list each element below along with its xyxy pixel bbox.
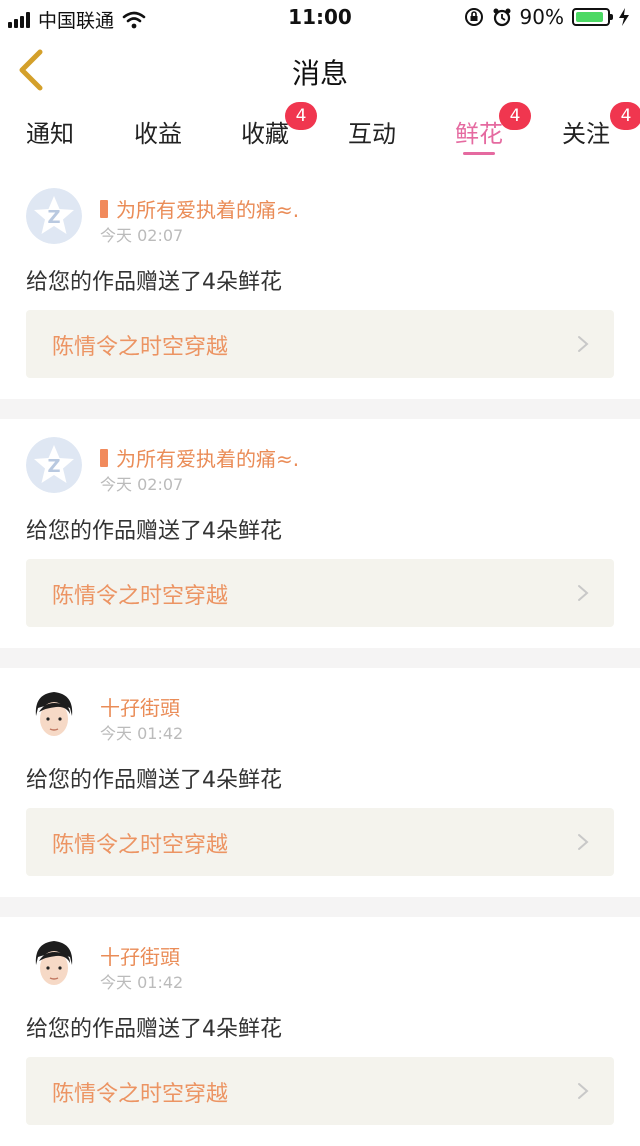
message-card: 十孖街頭 今天 01:42 给您的作品赠送了4朵鲜花 陈情令之时空穿越 [0, 917, 640, 1146]
tab-earnings[interactable]: 收益 [134, 114, 182, 149]
orientation-lock-icon [464, 8, 483, 26]
tab-notifications[interactable]: 通知 [26, 114, 74, 149]
message-time: 今天 02:07 [100, 475, 184, 494]
work-link[interactable]: 陈情令之时空穿越 [26, 310, 614, 378]
work-title: 陈情令之时空穿越 [52, 833, 229, 858]
work-link[interactable]: 陈情令之时空穿越 [26, 1057, 614, 1125]
tab-label: 收藏 [241, 120, 289, 148]
tab-label: 互动 [348, 120, 396, 148]
chevron-right-icon [578, 1083, 589, 1099]
sender-name-text: 十孖街頭 [100, 945, 180, 969]
tab-label: 收益 [134, 120, 182, 148]
battery-icon [572, 8, 613, 26]
navigation-bar: 消息 [0, 34, 640, 109]
message-text: 给您的作品赠送了4朵鲜花 [26, 519, 282, 544]
status-right: 90% [464, 5, 630, 29]
count-badge: 4 [610, 102, 640, 130]
svg-text:Z: Z [47, 207, 60, 228]
vip-bar-icon [100, 199, 108, 218]
message-text: 给您的作品赠送了4朵鲜花 [26, 768, 282, 793]
charging-icon [619, 8, 629, 26]
sender-name[interactable]: 十孖街頭 [100, 692, 180, 721]
tab-favorites[interactable]: 收藏 4 [241, 102, 317, 149]
message-card: Z 为所有爱执着的痛≈. 今天 02:07 给您的作品赠送了4朵鲜花 陈情令之时… [0, 419, 640, 648]
chevron-right-icon [578, 834, 589, 850]
battery-percent: 90% [519, 5, 564, 29]
sender-name[interactable]: 为所有爱执着的痛≈. [100, 443, 299, 472]
qq-star-avatar[interactable]: Z [26, 437, 82, 493]
count-badge: 4 [499, 102, 531, 130]
tab-label: 通知 [26, 120, 74, 148]
qq-star-avatar[interactable]: Z [26, 188, 82, 244]
vip-bar-icon [100, 448, 108, 467]
sender-name[interactable]: 十孖街頭 [100, 941, 180, 970]
message-time: 今天 02:07 [100, 226, 184, 245]
alarm-icon [493, 8, 511, 27]
boy-avatar[interactable] [26, 935, 82, 991]
message-time: 今天 01:42 [100, 724, 184, 743]
count-badge: 4 [285, 102, 317, 130]
page-title: 消息 [291, 57, 348, 90]
boy-avatar[interactable] [26, 686, 82, 742]
sender-name-text: 十孖街頭 [100, 696, 180, 720]
work-title: 陈情令之时空穿越 [52, 1082, 229, 1107]
work-title: 陈情令之时空穿越 [52, 335, 229, 360]
tab-flowers[interactable]: 鲜花 4 [455, 102, 531, 155]
status-bar: 中国联通 11:00 90% [0, 0, 640, 34]
message-text: 给您的作品赠送了4朵鲜花 [26, 1017, 282, 1042]
svg-text:Z: Z [47, 456, 60, 477]
work-link[interactable]: 陈情令之时空穿越 [26, 559, 614, 627]
work-link[interactable]: 陈情令之时空穿越 [26, 808, 614, 876]
active-tab-indicator [463, 152, 495, 155]
message-card: 十孖街頭 今天 01:42 给您的作品赠送了4朵鲜花 陈情令之时空穿越 [0, 668, 640, 897]
message-text: 给您的作品赠送了4朵鲜花 [26, 270, 282, 295]
work-title: 陈情令之时空穿越 [52, 584, 229, 609]
sender-name-text: 为所有爱执着的痛≈. [116, 447, 300, 471]
message-card: Z 为所有爱执着的痛≈. 今天 02:07 给您的作品赠送了4朵鲜花 陈情令之时… [0, 170, 640, 399]
tab-follows[interactable]: 关注 4 [562, 102, 640, 149]
message-time: 今天 01:42 [100, 973, 184, 992]
tab-interactions[interactable]: 互动 [348, 114, 396, 149]
sender-name[interactable]: 为所有爱执着的痛≈. [100, 194, 299, 223]
chevron-right-icon [578, 585, 589, 601]
sender-name-text: 为所有爱执着的痛≈. [116, 198, 300, 222]
tab-bar: 通知 收益 收藏 4 互动 鲜花 4 关注 4 [0, 102, 640, 170]
chevron-right-icon [578, 336, 589, 352]
tab-label: 关注 [562, 120, 610, 148]
tab-label: 鲜花 [455, 120, 503, 148]
